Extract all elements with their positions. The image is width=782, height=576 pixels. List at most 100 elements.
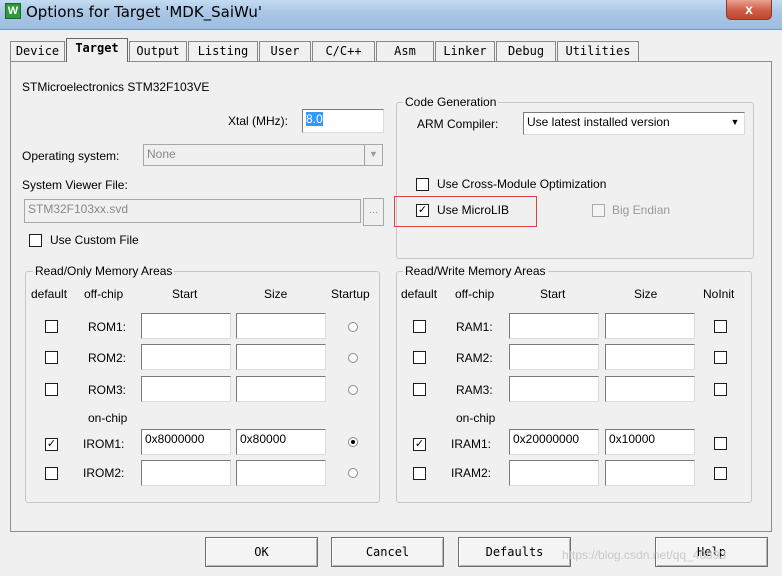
ro-header-size: Size: [264, 287, 288, 301]
rom1-start-input[interactable]: [141, 313, 231, 339]
ro-header-default: default: [31, 287, 68, 301]
chevron-down-icon: ▼: [726, 113, 744, 134]
cross-module-checkbox[interactable]: [416, 178, 429, 191]
iram1-start-input[interactable]: 0x20000000: [509, 429, 599, 455]
tab-linker[interactable]: Linker: [435, 41, 495, 61]
device-name: STMicroelectronics STM32F103VE: [22, 80, 210, 94]
tab-utilities[interactable]: Utilities: [557, 41, 639, 61]
tab-debug[interactable]: Debug: [496, 41, 556, 61]
irom1-start-input[interactable]: 0x8000000: [141, 429, 231, 455]
iram2-size-input[interactable]: [605, 460, 695, 486]
os-select[interactable]: None ▼: [143, 144, 383, 166]
ram1-label: RAM1:: [456, 320, 493, 334]
tab-target[interactable]: Target: [66, 38, 128, 62]
close-button[interactable]: x: [726, 0, 772, 20]
rw-memory-title: Read/Write Memory Areas: [403, 264, 548, 278]
tab-user[interactable]: User: [259, 41, 311, 61]
rom3-label: ROM3:: [88, 383, 127, 397]
rom2-startup-radio[interactable]: [348, 353, 358, 363]
ro-header-offchip: off-chip: [84, 287, 124, 301]
irom1-default-checkbox[interactable]: ✓: [45, 438, 58, 451]
iram2-default-checkbox[interactable]: [413, 467, 426, 480]
rom3-start-input[interactable]: [141, 376, 231, 402]
rom1-default-checkbox[interactable]: [45, 320, 58, 333]
ram1-start-input[interactable]: [509, 313, 599, 339]
ram2-default-checkbox[interactable]: [413, 351, 426, 364]
rw-onchip-label: on-chip: [456, 411, 496, 425]
xtal-label: Xtal (MHz):: [228, 114, 288, 128]
irom2-size-input[interactable]: [236, 460, 326, 486]
ok-button[interactable]: OK: [205, 537, 318, 567]
arm-compiler-select[interactable]: Use latest installed version ▼: [523, 112, 745, 135]
ro-header-startup: Startup: [331, 287, 370, 301]
keil-app-icon: W: [5, 3, 21, 19]
cancel-button[interactable]: Cancel: [331, 537, 444, 567]
ram3-default-checkbox[interactable]: [413, 383, 426, 396]
iram2-start-input[interactable]: [509, 460, 599, 486]
rom2-start-input[interactable]: [141, 344, 231, 370]
tab-c-cpp[interactable]: C/C++: [312, 41, 375, 61]
ram3-noinit-checkbox[interactable]: [714, 383, 727, 396]
rom1-size-input[interactable]: [236, 313, 326, 339]
svd-file-input[interactable]: STM32F103xx.svd: [24, 199, 361, 223]
ram3-size-input[interactable]: [605, 376, 695, 402]
title-bar[interactable]: W Options for Target 'MDK_SaiWu' x: [0, 0, 782, 30]
defaults-button[interactable]: Defaults: [458, 537, 571, 567]
iram1-noinit-checkbox[interactable]: [714, 437, 727, 450]
rom2-default-checkbox[interactable]: [45, 351, 58, 364]
ram2-noinit-checkbox[interactable]: [714, 351, 727, 364]
big-endian-checkbox[interactable]: [592, 204, 605, 217]
ram2-start-input[interactable]: [509, 344, 599, 370]
tab-output[interactable]: Output: [129, 41, 187, 61]
chevron-down-icon: ▼: [364, 145, 382, 165]
microlib-highlight: [394, 196, 537, 227]
ro-onchip-label: on-chip: [88, 411, 128, 425]
rom3-default-checkbox[interactable]: [45, 383, 58, 396]
ro-memory-title: Read/Only Memory Areas: [33, 264, 175, 278]
rw-header-size: Size: [634, 287, 658, 301]
irom2-label: IROM2:: [83, 466, 125, 480]
iram2-label: IRAM2:: [451, 466, 492, 480]
svd-label: System Viewer File:: [22, 178, 128, 192]
rom2-label: ROM2:: [88, 351, 127, 365]
tab-listing[interactable]: Listing: [188, 41, 258, 61]
rom1-startup-radio[interactable]: [348, 322, 358, 332]
iram2-noinit-checkbox[interactable]: [714, 467, 727, 480]
cross-module-label: Use Cross-Module Optimization: [437, 177, 607, 191]
irom1-size-input[interactable]: 0x80000: [236, 429, 326, 455]
rw-header-default: default: [401, 287, 438, 301]
ram2-label: RAM2:: [456, 351, 493, 365]
ram3-start-input[interactable]: [509, 376, 599, 402]
tab-asm[interactable]: Asm: [376, 41, 434, 61]
rom3-size-input[interactable]: [236, 376, 326, 402]
iram1-default-checkbox[interactable]: ✓: [413, 438, 426, 451]
iram1-label: IRAM1:: [451, 437, 492, 451]
ram2-size-input[interactable]: [605, 344, 695, 370]
iram1-size-input[interactable]: 0x10000: [605, 429, 695, 455]
rw-header-start: Start: [540, 287, 566, 301]
irom2-startup-radio[interactable]: [348, 468, 358, 478]
rw-header-noinit: NoInit: [703, 287, 735, 301]
irom2-default-checkbox[interactable]: [45, 467, 58, 480]
ram3-label: RAM3:: [456, 383, 493, 397]
irom1-startup-radio[interactable]: [348, 437, 358, 447]
tab-device[interactable]: Device: [10, 41, 65, 61]
browse-svd-button[interactable]: ...: [363, 198, 384, 226]
rom3-startup-radio[interactable]: [348, 385, 358, 395]
window-title: Options for Target 'MDK_SaiWu': [26, 3, 262, 21]
use-custom-file-checkbox[interactable]: [29, 234, 42, 247]
irom1-label: IROM1:: [83, 437, 125, 451]
code-generation-title: Code Generation: [403, 95, 499, 109]
ro-header-start: Start: [172, 287, 198, 301]
use-custom-file-label: Use Custom File: [50, 233, 139, 247]
watermark-text: https://blog.csdn.net/qq_40893: [562, 548, 727, 562]
ram1-noinit-checkbox[interactable]: [714, 320, 727, 333]
irom2-start-input[interactable]: [141, 460, 231, 486]
ram1-default-checkbox[interactable]: [413, 320, 426, 333]
arm-compiler-label: ARM Compiler:: [417, 117, 499, 131]
os-label: Operating system:: [22, 149, 120, 163]
rom2-size-input[interactable]: [236, 344, 326, 370]
xtal-input[interactable]: 8.0: [302, 109, 384, 133]
ram1-size-input[interactable]: [605, 313, 695, 339]
rom1-label: ROM1:: [88, 320, 127, 334]
